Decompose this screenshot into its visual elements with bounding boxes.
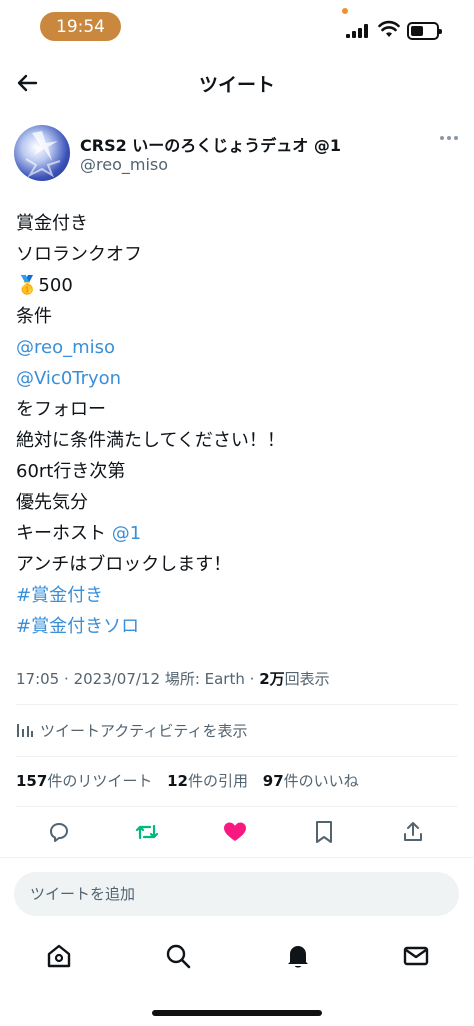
quotes-count: 12	[167, 772, 188, 790]
status-time: 19:54	[40, 12, 121, 41]
avatar[interactable]	[14, 125, 70, 181]
tab-messages[interactable]	[400, 940, 432, 972]
tweet-line: 絶対に条件満たしてください！！	[16, 430, 285, 451]
quotes-label: 件の引用	[187, 772, 248, 790]
tweet-meta: 17:05 · 2023/07/12 場所: Earth · 2万回表示	[16, 668, 330, 689]
cellular-signal-icon	[346, 24, 368, 38]
bottom-tab-bar	[0, 936, 474, 976]
tab-home[interactable]	[43, 940, 75, 972]
tweet-line: ソロランクオフ	[16, 244, 142, 265]
divider	[0, 857, 474, 858]
mention-link[interactable]: @reo_miso	[16, 332, 456, 363]
home-indicator	[152, 1010, 322, 1016]
tweet-line: 優先気分	[16, 492, 88, 513]
tweet-line: をフォロー	[16, 399, 106, 420]
activity-label: ツイートアクティビティを表示	[40, 721, 248, 740]
reply-button[interactable]	[44, 817, 74, 847]
share-button[interactable]	[398, 817, 428, 847]
battery-icon	[407, 22, 442, 40]
more-options-icon[interactable]	[438, 131, 460, 145]
heart-icon	[224, 822, 246, 841]
tab-notifications[interactable]	[282, 940, 314, 972]
retweets-label: 件のリツイート	[47, 772, 153, 790]
tweet-author: CRS2 いーのろくじょうデュオ @1 @reo_miso	[14, 125, 460, 185]
retweet-icon	[135, 824, 159, 840]
tweet-date[interactable]: 2023/07/12	[74, 670, 160, 688]
divider	[16, 756, 458, 757]
notifications-icon	[288, 946, 308, 968]
home-icon	[47, 944, 71, 968]
retweet-button[interactable]	[132, 817, 162, 847]
tweet-line-text: キーホスト	[16, 523, 112, 544]
wifi-icon	[378, 20, 400, 37]
quotes-stat[interactable]: 12件の引用	[167, 772, 248, 790]
tweet-location: 場所: Earth	[164, 670, 245, 688]
reply-input[interactable]	[30, 885, 430, 903]
tweet-time[interactable]: 17:05	[16, 670, 59, 688]
analytics-icon	[17, 724, 33, 737]
tweet-line: アンチはブロックします！	[16, 554, 232, 575]
reply-composer[interactable]	[14, 872, 459, 916]
hashtag-link[interactable]: #賞金付きソロ	[16, 611, 456, 642]
views-count: 2万	[259, 670, 285, 688]
mention-link[interactable]: @1	[112, 523, 141, 544]
author-display-name[interactable]: CRS2 いーのろくじょうデュオ @1	[80, 132, 341, 156]
mention-link[interactable]: @Vic0Tryon	[16, 363, 456, 394]
author-handle[interactable]: @reo_miso	[80, 155, 168, 174]
tweet-line: 60rt行き次第	[16, 461, 126, 482]
meta-separator: ·	[249, 670, 260, 688]
reply-icon	[50, 823, 68, 842]
tweet-actions	[0, 815, 474, 849]
tweet-line: 条件	[16, 306, 52, 327]
tweet-activity-button[interactable]: ツイートアクティビティを表示	[16, 716, 247, 744]
top-header: ツイート	[0, 58, 474, 110]
meta-separator: ·	[64, 670, 74, 688]
likes-stat[interactable]: 97件のいいね	[263, 772, 359, 790]
page-title: ツイート	[198, 74, 275, 96]
views-label: 回表示	[284, 670, 330, 688]
likes-label: 件のいいね	[283, 772, 359, 790]
search-icon	[166, 944, 191, 969]
share-icon	[404, 822, 422, 841]
privacy-indicator-dot	[342, 8, 348, 14]
bookmark-button[interactable]	[309, 817, 339, 847]
messages-icon	[403, 946, 429, 966]
status-bar: 19:54	[0, 0, 474, 52]
likes-count: 97	[262, 772, 284, 790]
tab-search[interactable]	[162, 940, 194, 972]
bookmark-icon	[316, 821, 332, 843]
tweet-text: 賞金付き ソロランクオフ 🥇500 条件 @reo_miso @Vic0Tryo…	[16, 208, 456, 642]
tweet-stats: 157件のリツイート 12件の引用 97件のいいね	[16, 770, 369, 791]
tweet-line: キーホスト @1	[16, 518, 456, 549]
retweets-count: 157	[16, 772, 48, 790]
tweet-line: 賞金付き	[16, 213, 88, 234]
tweet-line: 🥇500	[16, 275, 73, 296]
retweets-stat[interactable]: 157件のリツイート	[16, 772, 152, 790]
hashtag-link[interactable]: #賞金付き	[16, 580, 456, 611]
divider	[16, 806, 458, 807]
like-button[interactable]	[220, 817, 250, 847]
divider	[16, 704, 458, 705]
